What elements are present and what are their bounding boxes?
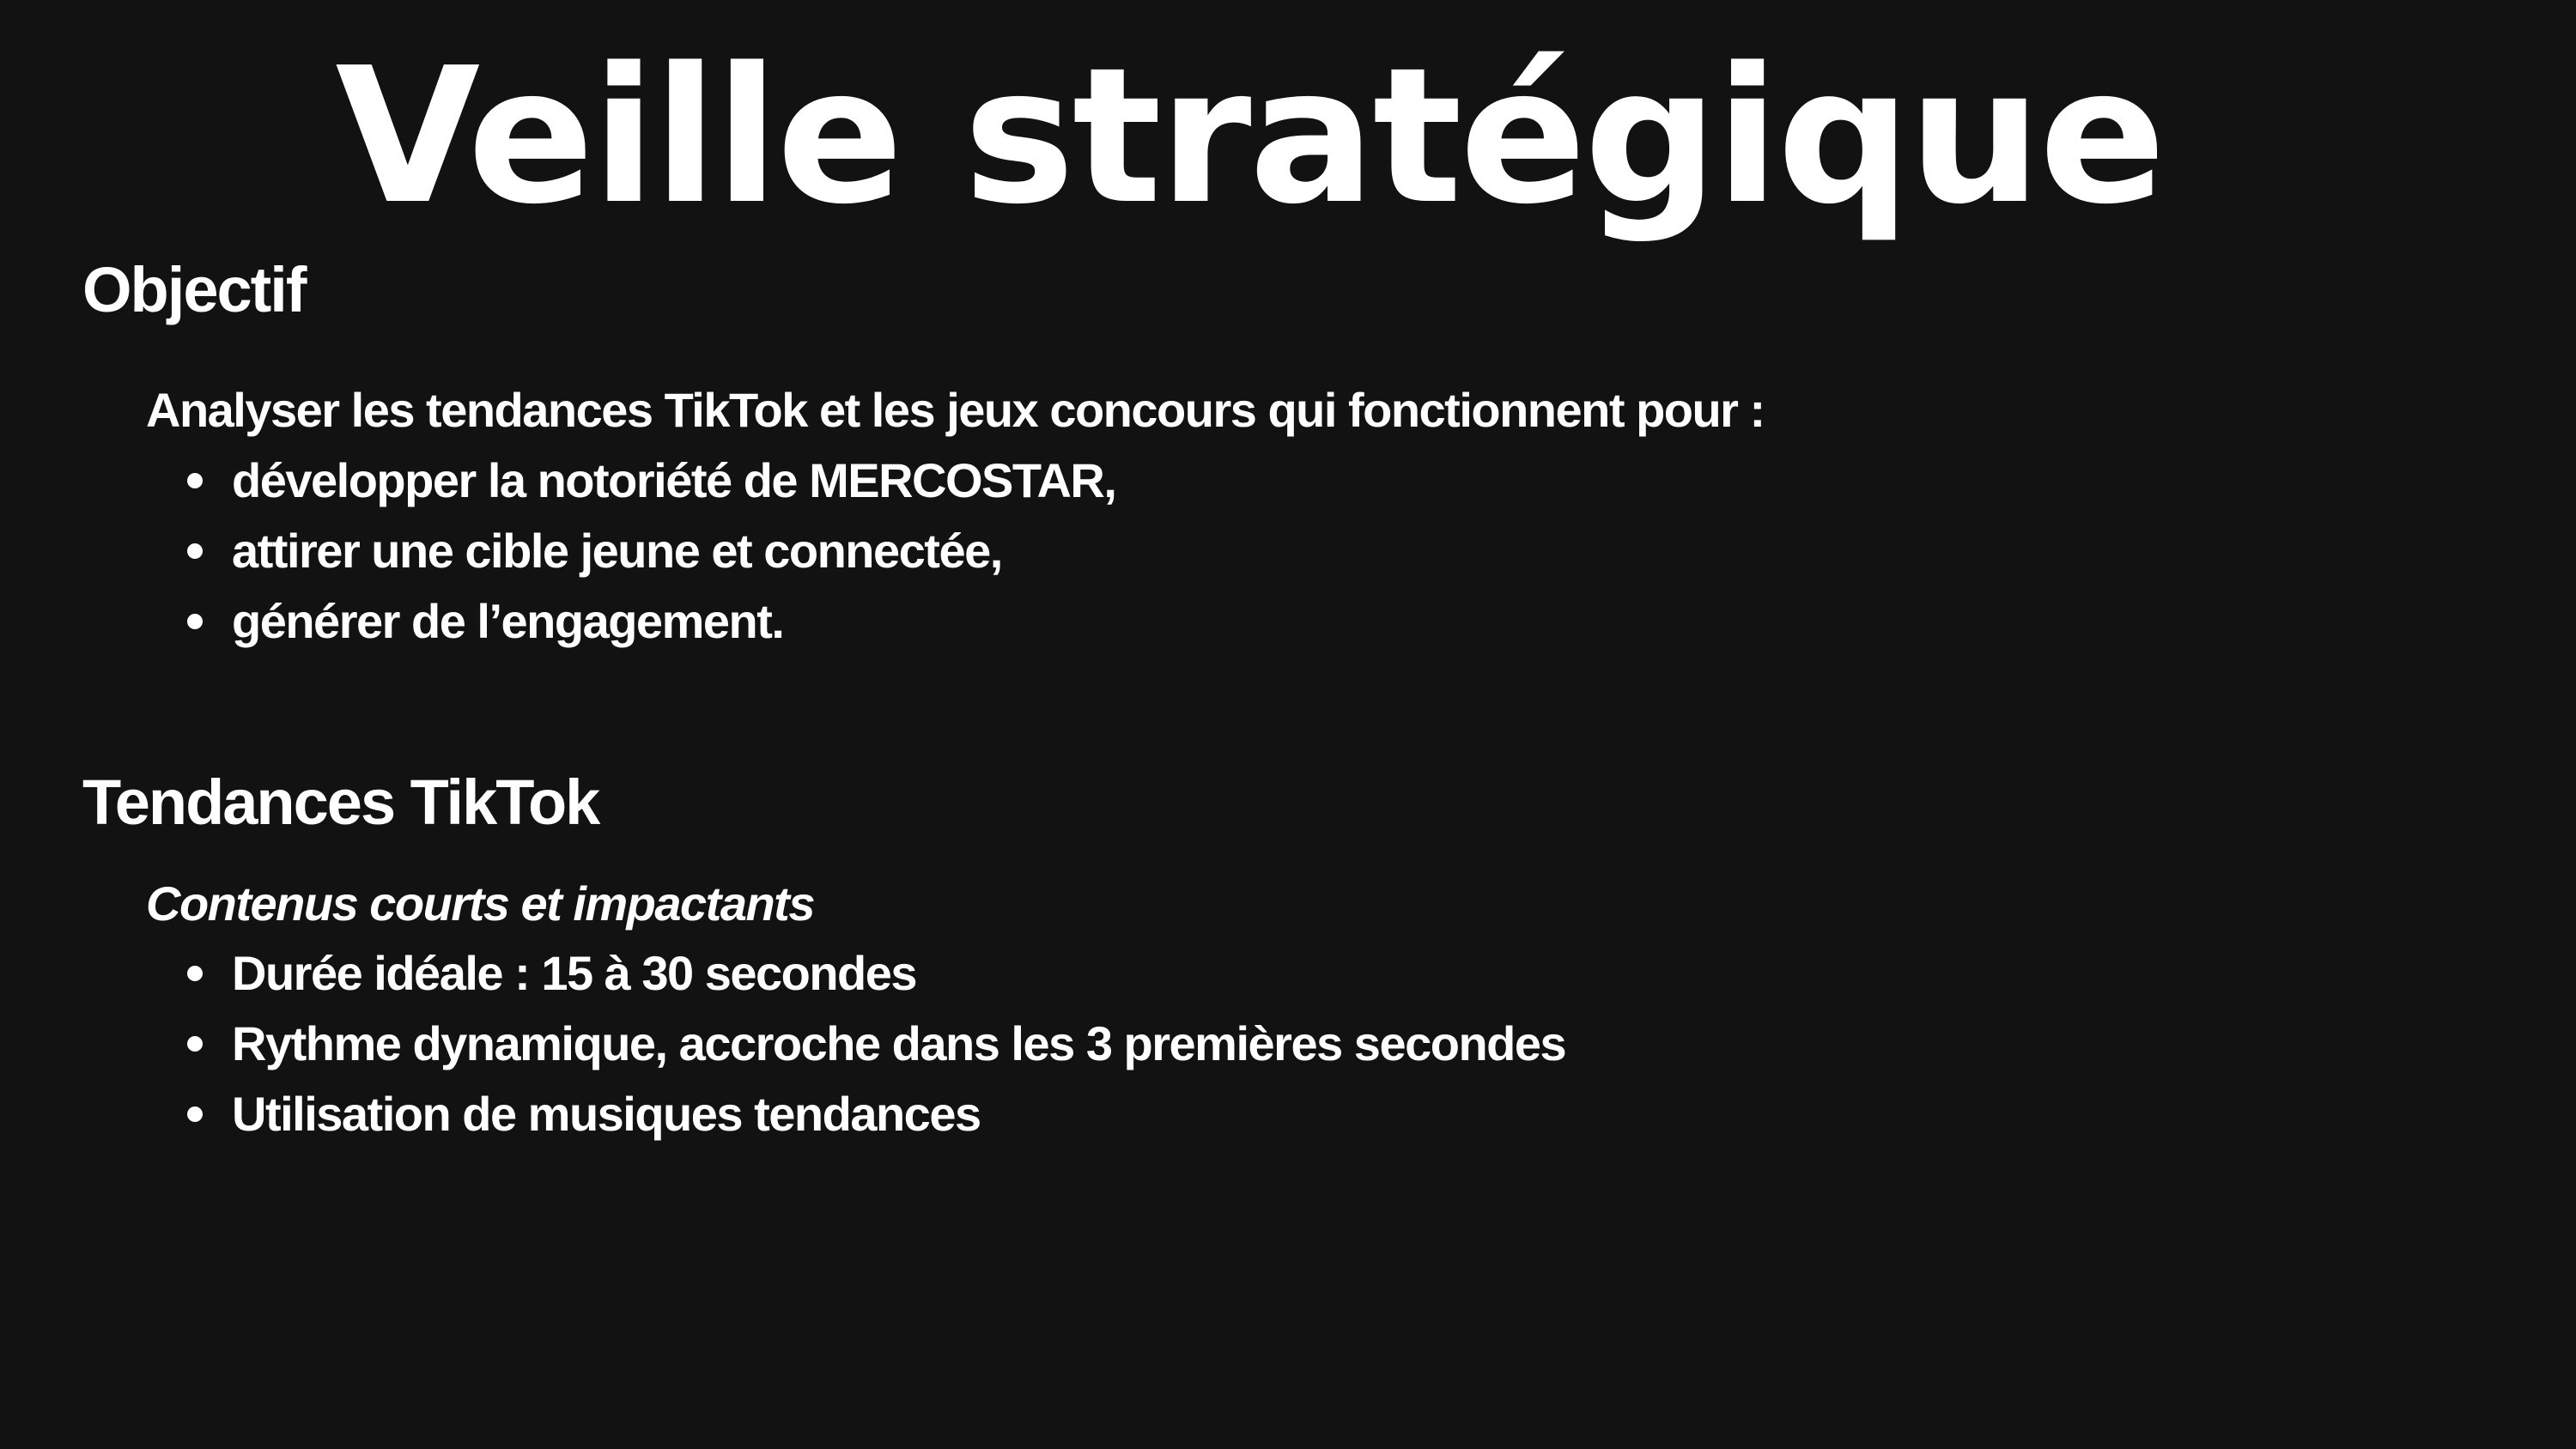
list-item-text: développer la notoriété de MERCOSTAR, xyxy=(232,453,1117,507)
list-item: générer de l’engagement. xyxy=(0,586,1115,657)
section-heading-objectif: Objectif xyxy=(82,254,307,325)
bullet-dot-icon xyxy=(187,614,203,629)
slide: Veille stratégique Objectif Analyser les… xyxy=(0,0,2576,1449)
objectif-intro-text: Analyser les tendances TikTok et les jeu… xyxy=(146,383,1765,437)
objectif-bullet-list: développer la notoriété de MERCOSTAR, at… xyxy=(0,446,1117,657)
list-item-text: Utilisation de musiques tendances xyxy=(232,1087,981,1141)
tendances-intro-text: Contenus courts et impactants xyxy=(146,876,815,931)
list-item: Durée idéale : 15 à 30 secondes xyxy=(0,938,1565,1009)
list-item-text: générer de l’engagement. xyxy=(232,594,785,648)
list-item-text: Rythme dynamique, accroche dans les 3 pr… xyxy=(232,1016,1567,1070)
list-item: Rythme dynamique, accroche dans les 3 pr… xyxy=(0,1009,1567,1079)
tendances-bullet-list: Durée idéale : 15 à 30 secondes Rythme d… xyxy=(0,938,1567,1149)
list-item-text: attirer une cible jeune et connectée, xyxy=(232,524,1003,578)
bullet-dot-icon xyxy=(187,473,203,488)
section-heading-tendances-tiktok: Tendances TikTok xyxy=(82,767,600,838)
bullet-dot-icon xyxy=(187,1106,203,1122)
bullet-dot-icon xyxy=(187,543,203,559)
list-item-text: Durée idéale : 15 à 30 secondes xyxy=(232,946,918,1000)
list-item: Utilisation de musiques tendances xyxy=(0,1079,1565,1149)
slide-title: Veille stratégique xyxy=(335,28,2166,246)
list-item: développer la notoriété de MERCOSTAR, xyxy=(0,446,1117,516)
bullet-dot-icon xyxy=(187,1036,203,1052)
bullet-dot-icon xyxy=(187,966,203,981)
list-item: attirer une cible jeune et connectée, xyxy=(0,516,1115,586)
